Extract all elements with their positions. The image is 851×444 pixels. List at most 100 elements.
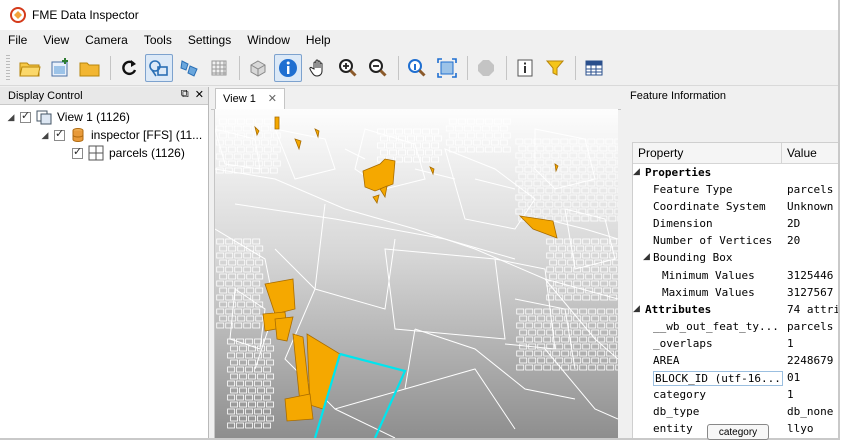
parcel-outline [515,194,524,201]
parcel-outline [266,359,274,366]
property-row[interactable]: _overlaps 1 [633,335,838,352]
parcel-map[interactable] [215,109,618,438]
parcel-outline [549,259,558,266]
close-panel-icon[interactable]: ✕ [195,88,204,101]
parcel-outline [216,252,225,259]
parcel-outline [614,194,618,201]
property-row[interactable]: AREA 2248679 [633,352,838,369]
open-folder-icon[interactable] [16,54,44,82]
parcel-outline [579,336,588,343]
parcel-outline [569,138,578,145]
parcel-outline [490,125,499,132]
select-icon[interactable] [145,54,173,82]
expand-arrow-icon[interactable]: ◢ [40,130,50,141]
menu-settings[interactable]: Settings [180,33,239,47]
parcel-outline [233,153,242,160]
parcel-outline [600,315,609,322]
parcel-outline [615,308,618,315]
parcel-outline [591,343,600,350]
map-canvas[interactable] [214,109,618,438]
collapse-arrow-icon[interactable]: ◢ [633,303,640,314]
parcel-outline [524,152,533,159]
tree-item-dataset[interactable]: ◢ inspector [FFS] (11... [40,126,202,144]
tab-view-1[interactable]: View 1 ✕ [215,88,285,109]
parcel-outline [242,153,251,160]
collapse-arrow-icon[interactable]: ◢ [633,166,640,177]
property-row[interactable]: Feature Type parcels [633,181,838,198]
zoom-selected-icon[interactable] [403,54,431,82]
parcel-outline [216,294,225,301]
parcel-outline [389,149,397,156]
property-name: Attributes [645,302,712,316]
stop-icon[interactable] [472,54,500,82]
property-row[interactable]: __wb_out_feat_ty... parcels [633,318,838,335]
dataset-checkbox[interactable] [54,127,65,141]
property-row[interactable]: Minimum Values 3125446 [633,267,838,284]
parcel-outline [588,336,597,343]
toolbar-grip[interactable] [6,55,10,81]
property-row[interactable]: Number of Vertices 20 [633,232,838,249]
property-row[interactable]: ◢ Bounding Box [633,249,838,266]
select-multiple-icon[interactable] [175,54,203,82]
property-row[interactable]: BLOCK_ID (utf-16... 01 [633,369,838,387]
parcel-outline [534,336,543,343]
property-name: Feature Type [653,183,733,197]
property-value: 2D [787,217,801,231]
menu-window[interactable]: Window [239,33,298,47]
parcel-outline [257,401,265,408]
refresh-icon[interactable] [115,54,143,82]
info-icon[interactable] [511,54,539,82]
zoom-out-icon[interactable] [364,54,392,82]
parcel-outline [266,373,274,380]
zoom-extents-icon[interactable] [433,54,461,82]
identify-icon[interactable] [274,54,302,82]
menu-help[interactable]: Help [298,33,339,47]
parcel-outline [615,336,618,343]
parcel-outline [591,280,600,287]
property-row[interactable]: category 1 [633,386,838,403]
property-row[interactable]: db_type db_none [633,403,838,420]
filter-icon[interactable] [541,54,569,82]
parcel-outline [558,259,567,266]
menu-view[interactable]: View [35,33,77,47]
close-tab-icon[interactable]: ✕ [268,92,277,105]
property-group-row[interactable]: ◢ Properties [633,164,838,181]
property-row[interactable]: Coordinate System Unknown [633,198,838,215]
layer-checkbox[interactable] [72,145,83,159]
tree-item-layer[interactable]: parcels (1126) [68,144,185,162]
tree-item-view[interactable]: ◢ View 1 (1126) [6,108,130,126]
expand-arrow-icon[interactable]: ◢ [6,112,16,123]
3d-view-icon[interactable] [244,54,272,82]
collapse-arrow-icon[interactable]: ◢ [643,251,650,262]
parcel-outline [576,245,585,252]
grid-icon[interactable] [205,54,233,82]
menu-tools[interactable]: Tools [136,33,180,47]
parcel-outline [236,146,245,153]
column-divider[interactable] [781,143,782,163]
table-view-icon[interactable] [580,54,608,82]
menu-camera[interactable]: Camera [77,33,136,47]
pan-hand-icon[interactable] [304,54,332,82]
view-checkbox[interactable] [20,109,31,123]
column-header-value[interactable]: Value [787,146,817,160]
zoom-in-icon[interactable] [334,54,362,82]
float-panel-icon[interactable]: ⧉ [181,88,189,101]
property-row[interactable]: Dimension 2D [633,215,838,232]
parcel-outline [227,146,236,153]
parcel-outline [257,359,265,366]
database-icon [72,128,84,143]
parcel-outline [255,287,264,294]
parcel-outline [236,422,244,429]
add-dataset-icon[interactable] [46,54,74,82]
parcel-outline [558,287,567,294]
property-row[interactable]: Maximum Values 3127567 [633,284,838,301]
property-group-row[interactable]: ◢ Attributes 74 attribu [633,301,838,318]
parcel-outline [230,345,238,352]
open-icon[interactable] [76,54,104,82]
parcel-outline [587,208,596,215]
column-header-property[interactable]: Property [638,146,683,160]
parcel-outline [416,135,424,142]
menu-file[interactable]: File [0,33,35,47]
parcel-outline [252,322,261,329]
parcel-outline [588,364,597,371]
